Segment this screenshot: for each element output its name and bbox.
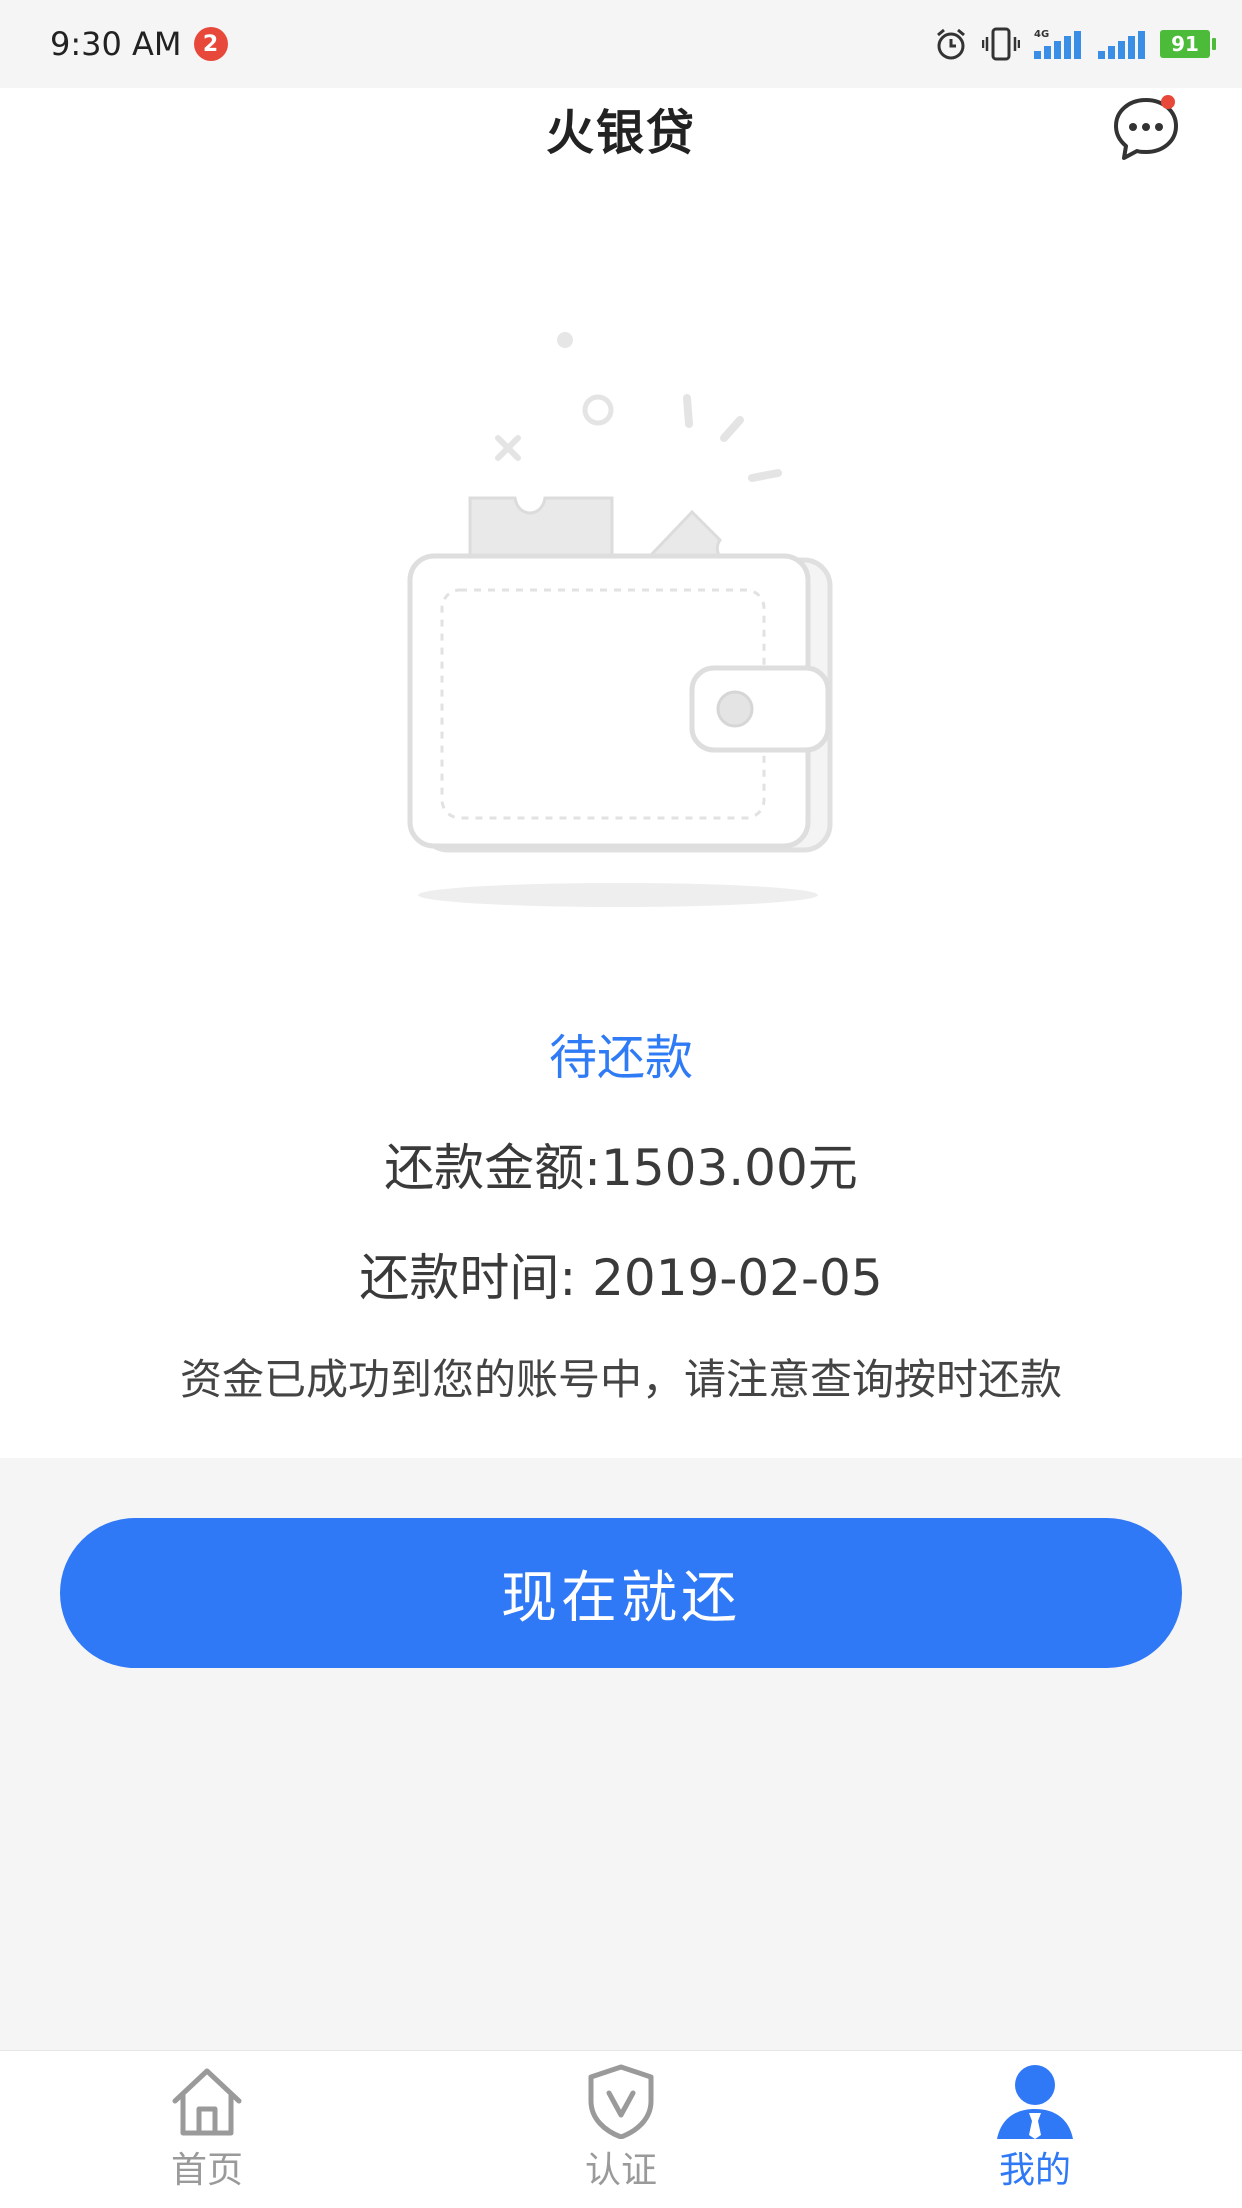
tab-verify-label: 认证 (584, 2150, 657, 2191)
status-bar-left: 9:30 AM 2 (50, 25, 228, 63)
main-content: 火银贷 待还款 还款金额:1503.00元 还款时间: 2019-02-05 资… (0, 88, 1242, 1458)
signal-icon: 4G (1034, 27, 1084, 61)
repayment-notice: 资金已成功到您的账号中，请注意查询按时还款 (179, 1355, 1062, 1404)
repayment-status: 待还款 (548, 1030, 693, 1086)
tab-mine-label: 我的 (998, 2150, 1071, 2191)
user-icon (997, 2065, 1073, 2139)
home-icon (172, 2068, 242, 2136)
network-type-label: 4G (1034, 29, 1049, 40)
bottom-tab-bar: 首页 认证 我的 (0, 2050, 1242, 2208)
signal-icon-secondary (1098, 27, 1146, 61)
clock: 9:30 AM (50, 25, 182, 63)
tab-home-label: 首页 (170, 2150, 243, 2191)
tab-home[interactable]: 首页 (0, 2051, 414, 2208)
notification-badge: 2 (193, 27, 228, 61)
repayment-amount: 还款金额:1503.00元 (384, 1139, 858, 1197)
vibrate-icon (982, 27, 1020, 61)
status-bar: 9:30 AM 2 4G 91 (0, 0, 1242, 88)
battery-icon: 91 (1160, 30, 1216, 58)
repay-now-button[interactable]: 现在就还 (60, 1518, 1182, 1668)
chat-bubble-icon (1114, 95, 1178, 160)
status-bar-right: 4G 91 (934, 27, 1216, 61)
wallet-illustration (400, 328, 840, 928)
shield-v-icon (588, 2064, 654, 2139)
page-title: 火银贷 (545, 105, 696, 161)
nav-bar: 火银贷 (0, 88, 1242, 168)
repayment-date: 还款时间: 2019-02-05 (359, 1249, 883, 1307)
tab-mine[interactable]: 我的 (828, 2051, 1242, 2208)
alarm-icon (934, 27, 968, 61)
message-button[interactable] (1112, 94, 1180, 162)
tab-verify[interactable]: 认证 (414, 2051, 828, 2208)
